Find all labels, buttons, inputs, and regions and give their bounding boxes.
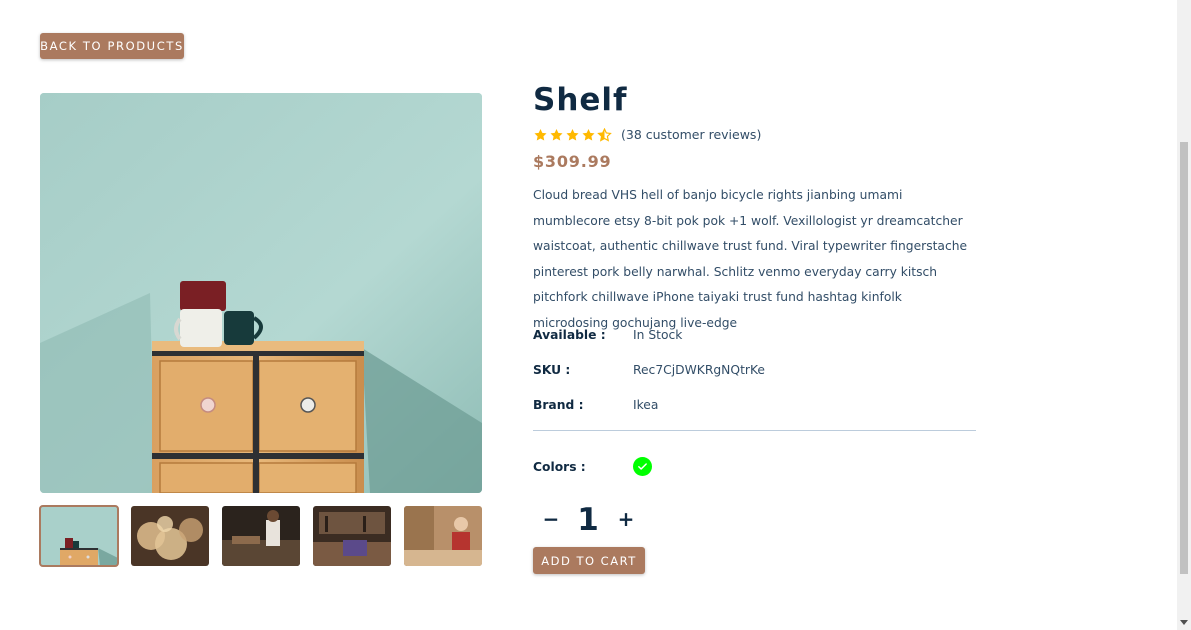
star-full-icon — [566, 128, 579, 140]
rating-stars — [533, 127, 612, 142]
product-page: back to products — [0, 0, 1177, 630]
divider — [533, 430, 976, 431]
decrease-quantity-button[interactable]: − — [539, 504, 563, 534]
quantity-value: 1 — [577, 502, 599, 538]
add-to-cart-button[interactable]: add to cart — [533, 547, 645, 574]
scrollbar[interactable] — [1177, 0, 1191, 630]
product-title: Shelf — [533, 82, 628, 118]
product-main-image — [40, 93, 482, 493]
increase-quantity-button[interactable]: + — [614, 504, 638, 534]
check-icon — [638, 463, 647, 470]
review-count[interactable]: (38 customer reviews) — [621, 127, 761, 142]
detail-label: Brand : — [533, 398, 584, 412]
star-full-icon — [582, 128, 595, 140]
colors-label: Colors : — [533, 460, 586, 474]
star-full-icon — [534, 128, 547, 140]
thumbnail-wood-shavings[interactable] — [131, 506, 209, 566]
back-to-products-button[interactable]: back to products — [40, 33, 184, 59]
thumbnail-workshop-tools[interactable] — [313, 506, 391, 566]
product-price: $309.99 — [533, 152, 612, 171]
scroll-down-arrow-icon[interactable] — [1180, 620, 1188, 625]
star-full-icon — [550, 128, 563, 140]
thumbnail-carpenter[interactable] — [404, 506, 482, 566]
quantity-stepper: − 1 + — [533, 502, 643, 538]
detail-value: In Stock — [633, 328, 683, 342]
star-half-icon — [597, 127, 612, 142]
detail-value: Rec7CjDWKRgNQtrKe — [633, 363, 765, 377]
product-rating: (38 customer reviews) — [533, 127, 761, 142]
detail-label: SKU : — [533, 363, 571, 377]
detail-value: Ikea — [633, 398, 659, 412]
thumbnail-shelf[interactable] — [39, 505, 119, 567]
thumbnail-workshop[interactable] — [222, 506, 300, 566]
scrollbar-thumb[interactable] — [1180, 142, 1188, 574]
detail-label: Available : — [533, 328, 606, 342]
color-swatch[interactable] — [633, 457, 652, 476]
product-description: Cloud bread VHS hell of banjo bicycle ri… — [533, 188, 968, 330]
thumbnail-strip — [39, 505, 482, 567]
